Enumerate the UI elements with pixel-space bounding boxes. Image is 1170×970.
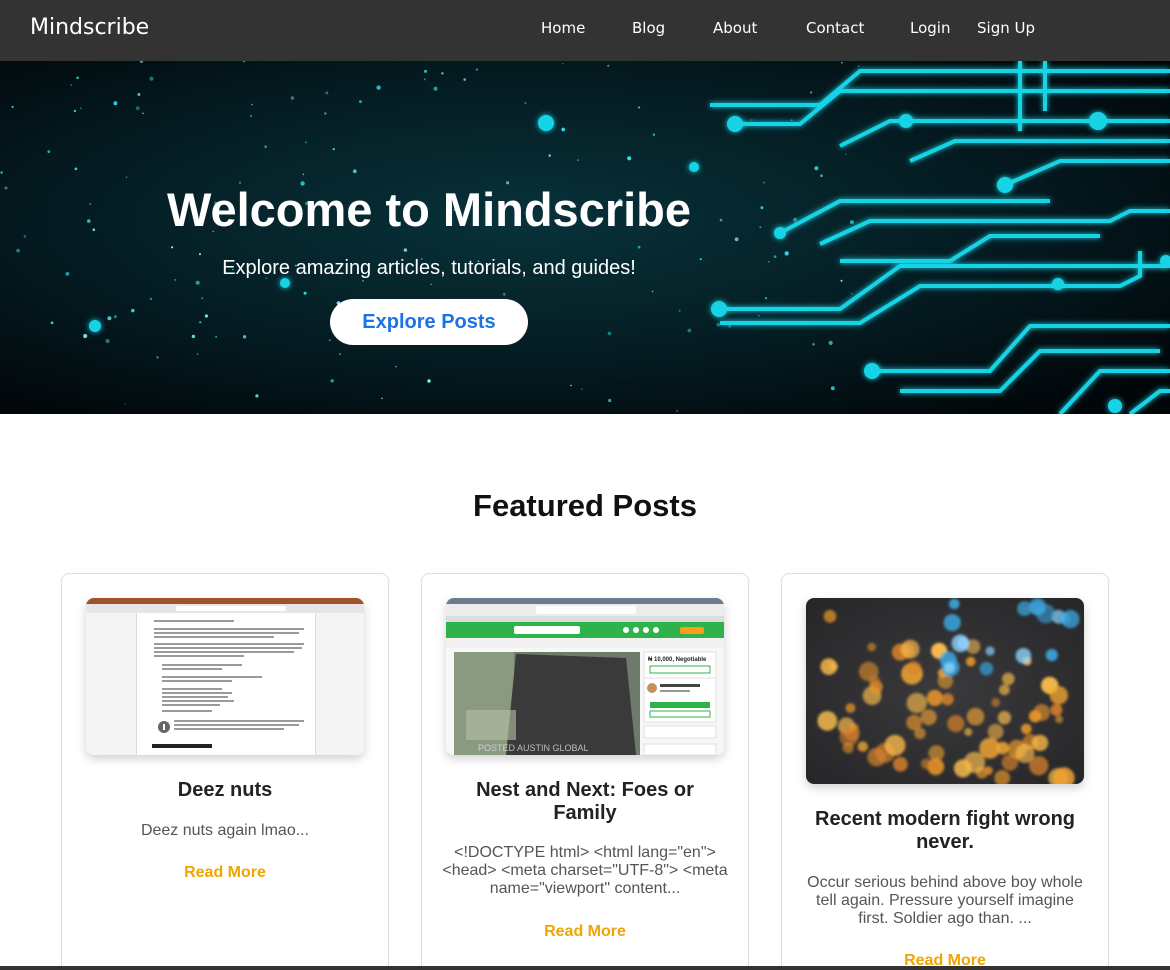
nav-login-link[interactable]: Login (910, 18, 950, 38)
read-more-link[interactable]: Read More (62, 863, 388, 883)
post-thumbnail-marketplace[interactable]: POSTED AUSTIN GLOBAL ₦ 10,000, Negotiabl… (446, 598, 724, 755)
navbar: Mindscribe Home Blog About Contact Login… (0, 0, 1170, 61)
nav-home-link[interactable]: Home (541, 18, 585, 38)
explore-posts-button[interactable]: Explore Posts (330, 299, 528, 345)
bottom-scrollbar (0, 966, 1170, 970)
hero-title: Welcome to Mindscribe (166, 183, 692, 236)
post-thumbnail-bokeh[interactable] (806, 598, 1084, 784)
post-excerpt: Occur serious behind above boy whole tel… (807, 874, 1083, 927)
post-thumbnail-document[interactable] (86, 598, 364, 755)
thumbnail-price-text: ₦ 10,000, Negotiable (648, 657, 707, 663)
nav-contact-link[interactable]: Contact (806, 18, 864, 38)
nav-blog-link[interactable]: Blog (632, 18, 665, 38)
thumbnail-banner-text: POSTED AUSTIN GLOBAL (478, 743, 589, 753)
circuit-background-image (0, 61, 1170, 414)
post-title[interactable]: Recent modern fight wrong never. (802, 808, 1088, 854)
post-card: Deez nuts Deez nuts again lmao... Read M… (61, 573, 389, 970)
featured-posts-heading: Featured Posts (473, 488, 697, 523)
nav-about-link[interactable]: About (713, 18, 757, 38)
post-card: Recent modern fight wrong never. Occur s… (781, 573, 1109, 970)
nav-signup-link[interactable]: Sign Up (977, 18, 1035, 38)
post-excerpt: <!DOCTYPE html> <html lang="en"> <head> … (442, 844, 728, 897)
post-title[interactable]: Nest and Next: Foes or Family (442, 779, 728, 825)
hero-subtitle: Explore amazing articles, tutorials, and… (222, 257, 636, 279)
site-brand[interactable]: Mindscribe (30, 14, 149, 42)
post-excerpt: Deez nuts again lmao... (140, 822, 310, 839)
hero-banner: Welcome to Mindscribe Explore amazing ar… (0, 61, 1170, 414)
read-more-link[interactable]: Read More (422, 922, 748, 942)
post-card: POSTED AUSTIN GLOBAL ₦ 10,000, Negotiabl… (421, 573, 749, 970)
post-title[interactable]: Deez nuts (82, 779, 368, 802)
